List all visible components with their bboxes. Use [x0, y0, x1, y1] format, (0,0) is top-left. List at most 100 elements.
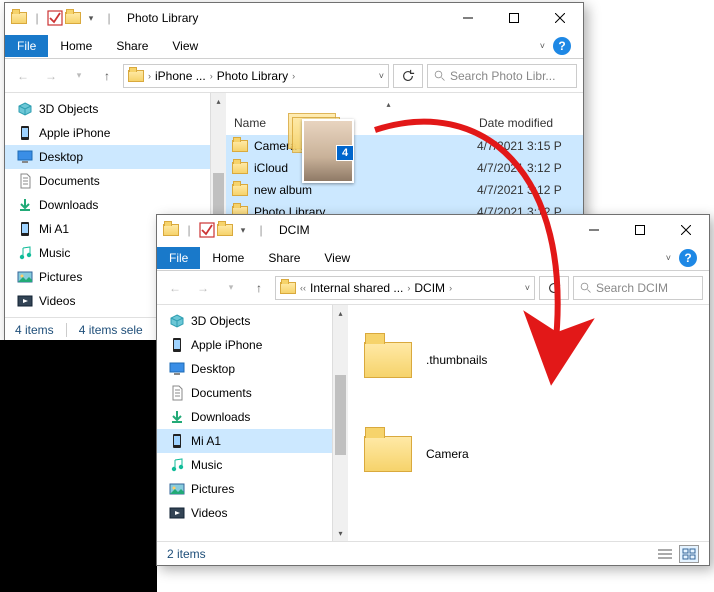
ribbon-tabs: File Home Share View ˅ ? [5, 33, 583, 59]
sidebar-item-videos[interactable]: Videos [157, 501, 332, 525]
breadcrumb[interactable]: ‹‹ Internal shared ... › DCIM › ˅ [275, 276, 535, 300]
breadcrumb-segment[interactable]: iPhone ... [155, 69, 206, 83]
chevron-down-icon[interactable]: ˅ [540, 41, 545, 51]
qat-separator: | [253, 222, 269, 238]
ribbon-tabs: File Home Share View ˅ ? [157, 245, 709, 271]
address-bar: ← → ▾ ↑ › iPhone ... › Photo Library › ˅… [5, 59, 583, 93]
tab-share[interactable]: Share [104, 35, 160, 57]
sidebar-item-label: Apple iPhone [39, 126, 110, 140]
file-row[interactable]: new album 4/7/2021 3:12 P [226, 179, 583, 201]
folder-item-thumbnails[interactable]: .thumbnails [358, 315, 491, 405]
sidebar-item-apple-iphone[interactable]: Apple iPhone [5, 121, 210, 145]
sidebar-item-3d-objects[interactable]: 3D Objects [5, 97, 210, 121]
sidebar-item-downloads[interactable]: Downloads [157, 405, 332, 429]
file-icon-view[interactable]: .thumbnails Camera [348, 305, 709, 541]
up-button[interactable]: ↑ [95, 64, 119, 88]
minimize-button[interactable] [445, 3, 491, 33]
breadcrumb-segment[interactable]: Internal shared ... [310, 281, 403, 295]
folder-item-camera[interactable]: Camera [358, 409, 491, 499]
chevron-down-icon[interactable]: ˅ [379, 71, 384, 81]
file-row[interactable]: iCloud 4/7/2021 3:12 P [226, 157, 583, 179]
tab-home[interactable]: Home [48, 35, 104, 57]
window-title: Photo Library [123, 11, 445, 25]
file-date: 4/7/2021 3:15 P [477, 139, 562, 153]
help-icon[interactable]: ? [553, 37, 571, 55]
tab-share[interactable]: Share [256, 247, 312, 269]
sidebar-scrollbar[interactable]: ▴ ▾ [332, 305, 348, 541]
close-button[interactable] [537, 3, 583, 33]
back-button[interactable]: ← [163, 276, 187, 300]
tab-file[interactable]: File [5, 35, 48, 57]
documents-icon [17, 173, 33, 189]
scroll-up-button[interactable]: ▴ [211, 93, 226, 109]
chevron-right-icon[interactable]: › [407, 283, 410, 293]
checkbox-icon[interactable] [47, 10, 63, 26]
chevron-right-icon[interactable]: › [210, 71, 213, 81]
help-icon[interactable]: ? [679, 249, 697, 267]
sidebar-item-label: 3D Objects [39, 102, 98, 116]
sidebar-item-mi-a1[interactable]: Mi A1 [157, 429, 332, 453]
sidebar-item-music[interactable]: Music [157, 453, 332, 477]
file-row[interactable]: Camera Roll 4/7/2021 3:15 P [226, 135, 583, 157]
sidebar-item-apple-iphone[interactable]: Apple iPhone [157, 333, 332, 357]
scroll-thumb[interactable] [335, 375, 346, 455]
breadcrumb[interactable]: › iPhone ... › Photo Library › ˅ [123, 64, 389, 88]
chevron-down-icon[interactable]: ˅ [666, 253, 671, 263]
checkbox-icon[interactable] [199, 222, 215, 238]
recent-locations-button[interactable]: ▾ [219, 276, 243, 300]
close-button[interactable] [663, 215, 709, 245]
search-input[interactable]: Search DCIM [573, 276, 703, 300]
forward-button[interactable]: → [39, 64, 63, 88]
search-input[interactable]: Search Photo Libr... [427, 64, 577, 88]
phone-icon [17, 125, 33, 141]
breadcrumb-segment[interactable]: DCIM [414, 281, 445, 295]
view-details-button[interactable] [655, 545, 675, 563]
breadcrumb-segment[interactable]: Photo Library [217, 69, 288, 83]
sidebar-item-label: Downloads [39, 198, 98, 212]
maximize-button[interactable] [491, 3, 537, 33]
folder-label: .thumbnails [422, 353, 491, 367]
qat-dropdown-icon[interactable]: ▾ [83, 10, 99, 26]
scroll-down-button[interactable]: ▾ [333, 525, 348, 541]
refresh-button[interactable] [539, 276, 569, 300]
sidebar-item-3d-objects[interactable]: 3D Objects [157, 309, 332, 333]
sidebar-item-documents[interactable]: Documents [5, 169, 210, 193]
chevron-down-icon[interactable]: ˅ [525, 283, 530, 293]
refresh-button[interactable] [393, 64, 423, 88]
phone-icon [169, 337, 185, 353]
column-date-label[interactable]: Date modified [471, 114, 583, 132]
pictures-icon [169, 481, 185, 497]
titlebar[interactable]: | ▾ | DCIM [157, 215, 709, 245]
sidebar-item-desktop[interactable]: Desktop [157, 357, 332, 381]
column-date-modified[interactable] [471, 102, 583, 106]
tab-file[interactable]: File [157, 247, 200, 269]
sidebar-item-label: 3D Objects [191, 314, 250, 328]
forward-button[interactable]: → [191, 276, 215, 300]
sort-ascending-icon: ▴ [386, 100, 390, 109]
back-button[interactable]: ← [11, 64, 35, 88]
view-large-icons-button[interactable] [679, 545, 699, 563]
recent-locations-button[interactable]: ▾ [67, 64, 91, 88]
status-selected-count: 4 items sele [79, 323, 143, 337]
minimize-button[interactable] [571, 215, 617, 245]
sidebar-item-pictures[interactable]: Pictures [157, 477, 332, 501]
chevron-right-icon[interactable]: › [148, 71, 151, 81]
downloads-icon [169, 409, 185, 425]
tab-home[interactable]: Home [200, 247, 256, 269]
column-headers: ▴ [226, 93, 583, 115]
sidebar-item-desktop[interactable]: Desktop [5, 145, 210, 169]
up-button[interactable]: ↑ [247, 276, 271, 300]
scroll-up-button[interactable]: ▴ [333, 305, 348, 321]
folder-icon [217, 222, 233, 238]
column-name-label[interactable]: Name [226, 114, 471, 132]
chevron-left-icon[interactable]: ‹‹ [300, 283, 306, 293]
sidebar-item-documents[interactable]: Documents [157, 381, 332, 405]
tab-view[interactable]: View [160, 35, 210, 57]
qat-dropdown-icon[interactable]: ▾ [235, 222, 251, 238]
maximize-button[interactable] [617, 215, 663, 245]
titlebar[interactable]: | ▾ | Photo Library [5, 3, 583, 33]
chevron-right-icon[interactable]: › [292, 71, 295, 81]
chevron-right-icon[interactable]: › [449, 283, 452, 293]
column-name[interactable]: ▴ [226, 98, 471, 111]
tab-view[interactable]: View [312, 247, 362, 269]
